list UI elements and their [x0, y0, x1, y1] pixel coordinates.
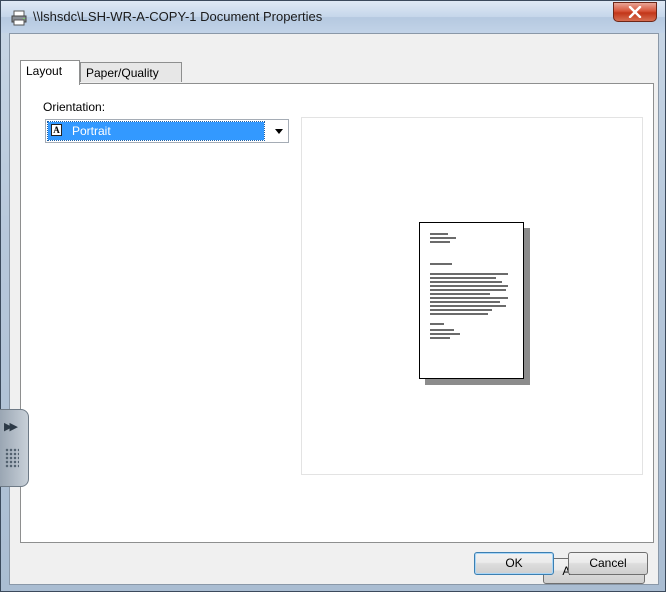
layout-preview	[301, 117, 643, 475]
close-icon	[628, 6, 642, 18]
ok-button[interactable]: OK	[474, 552, 554, 575]
tab-paper-quality[interactable]: Paper/Quality	[80, 62, 182, 82]
document-properties-window: \\lshsdc\LSH-WR-A-COPY-1 Document Proper…	[0, 0, 666, 592]
expand-arrows-icon: ▶▶	[4, 421, 18, 433]
document-page-preview-icon	[419, 222, 524, 379]
close-button[interactable]	[613, 2, 657, 22]
layout-panel: Orientation: A Portrait	[20, 83, 654, 584]
window-title: \\lshsdc\LSH-WR-A-COPY-1 Document Proper…	[33, 9, 323, 24]
orientation-value: Portrait	[72, 124, 111, 138]
printer-icon	[11, 10, 27, 26]
tab-layout[interactable]: Layout	[20, 60, 80, 85]
orientation-selected-option[interactable]: A Portrait	[47, 121, 265, 141]
dropdown-arrow-icon[interactable]	[275, 129, 283, 134]
portrait-page-icon: A	[51, 124, 62, 136]
title-bar[interactable]: \\lshsdc\LSH-WR-A-COPY-1 Document Proper…	[1, 1, 665, 33]
orientation-label: Orientation:	[43, 100, 106, 114]
orientation-dropdown[interactable]: A Portrait	[45, 119, 289, 143]
dialog-client-area: Layout Paper/Quality Orientation: A Port…	[9, 33, 659, 585]
grip-dots-icon	[5, 448, 19, 468]
side-panel-handle[interactable]: ▶▶	[0, 409, 29, 487]
cancel-button[interactable]: Cancel	[568, 552, 648, 575]
